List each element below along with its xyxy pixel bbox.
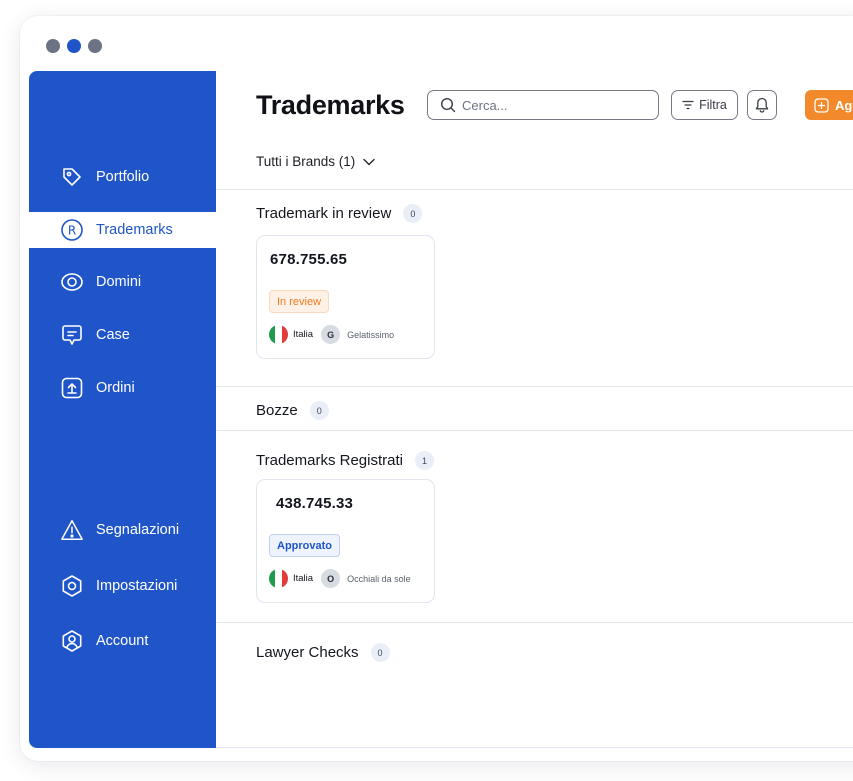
sidebar-item-label: Ordini [96, 380, 135, 396]
sidebar-item-label: Case [96, 327, 130, 343]
trademark-card[interactable]: 678.755.65 In review Italia G Gelatissim… [256, 235, 435, 359]
plus-square-icon [814, 97, 829, 113]
sidebar-item-label: Impostazioni [96, 578, 178, 594]
section-header-registrati: Trademarks Registrati 1 [256, 451, 434, 470]
sidebar-item-segnalazioni[interactable]: Segnalazioni [29, 512, 216, 548]
page-title: Trademarks [256, 90, 405, 120]
card-meta: Italia G Gelatissimo [269, 325, 394, 344]
search-input[interactable] [462, 97, 652, 113]
brand-name: Occhiali da sole [347, 573, 411, 584]
brand-filter-dropdown[interactable]: Tutti i Brands (1) [256, 154, 375, 169]
tag-icon [60, 165, 84, 189]
chevron-down-icon [363, 158, 375, 166]
main-content: Trademarks Filtra Aggiungi Tutti i Brand… [216, 71, 853, 748]
divider [216, 430, 853, 431]
section-header-lawyer-checks: Lawyer Checks 0 [256, 643, 390, 662]
upload-icon [60, 376, 84, 400]
section-title: Trademarks Registrati [256, 452, 403, 469]
section-title: Lawyer Checks [256, 644, 359, 661]
add-label: Aggiungi [835, 97, 853, 113]
count-badge: 0 [370, 643, 390, 662]
warning-icon [60, 518, 84, 542]
sidebar-item-portfolio[interactable]: Portfolio [29, 159, 216, 195]
notifications-button[interactable] [747, 90, 777, 120]
filter-icon [682, 100, 694, 110]
status-badge: Approvato [269, 534, 340, 557]
sidebar-item-ordini[interactable]: Ordini [29, 370, 216, 406]
italy-flag-icon [269, 325, 288, 344]
status-badge: In review [269, 290, 330, 313]
window-dot-1[interactable] [46, 39, 60, 53]
sidebar-item-label: Account [96, 633, 149, 649]
section-title: Bozze [256, 402, 298, 419]
card-meta: Italia O Occhiali da sole [269, 569, 411, 588]
country-label: Italia [293, 573, 314, 584]
brand-filter-label: Tutti i Brands (1) [256, 154, 356, 169]
brand-avatar: G [321, 325, 341, 344]
brand-name: Gelatissimo [347, 329, 395, 340]
trademark-number: 678.755.65 [270, 251, 348, 268]
filter-button[interactable]: Filtra [671, 90, 738, 120]
count-badge: 0 [309, 401, 329, 420]
sidebar-item-label: Trademarks [96, 222, 173, 238]
svg-text:R: R [68, 224, 76, 238]
divider [216, 386, 853, 387]
bell-icon [755, 97, 769, 113]
italy-flag-icon [269, 569, 288, 588]
window-controls [46, 39, 102, 53]
section-title: Trademark in review [256, 205, 392, 222]
trademark-number: 438.745.33 [276, 495, 354, 512]
sidebar-item-label: Domini [96, 274, 142, 290]
section-header-review: Trademark in review 0 [256, 204, 423, 223]
sidebar-item-trademarks[interactable]: R Trademarks [29, 212, 216, 248]
search-box[interactable] [427, 90, 659, 120]
sidebar-item-case[interactable]: Case [29, 317, 216, 353]
gear-icon [60, 574, 84, 598]
sidebar-item-domini[interactable]: Domini [29, 264, 216, 300]
sidebar: Portfolio R Trademarks Domini Case Ordin… [29, 71, 216, 748]
sidebar-item-label: Segnalazioni [96, 522, 180, 538]
eye-icon [60, 270, 84, 294]
add-trademark-button[interactable]: Aggiungi [805, 90, 853, 120]
sidebar-item-account[interactable]: Account [29, 623, 216, 659]
registered-icon: R [60, 218, 84, 242]
divider [216, 189, 853, 190]
country-label: Italia [293, 329, 314, 340]
brand-avatar: O [321, 569, 341, 588]
count-badge: 0 [403, 204, 423, 223]
sidebar-item-label: Portfolio [96, 169, 150, 185]
filter-label: Filtra [699, 98, 727, 112]
trademark-card[interactable]: 438.745.33 Approvato Italia O Occhiali d… [256, 479, 435, 603]
chat-icon [60, 323, 84, 347]
window-dot-3[interactable] [88, 39, 102, 53]
sidebar-item-impostazioni[interactable]: Impostazioni [29, 568, 216, 604]
user-icon [60, 629, 84, 653]
divider [216, 622, 853, 623]
window-dot-2[interactable] [67, 39, 81, 53]
section-header-bozze: Bozze 0 [256, 401, 329, 420]
count-badge: 1 [414, 451, 434, 470]
search-icon [440, 97, 456, 113]
